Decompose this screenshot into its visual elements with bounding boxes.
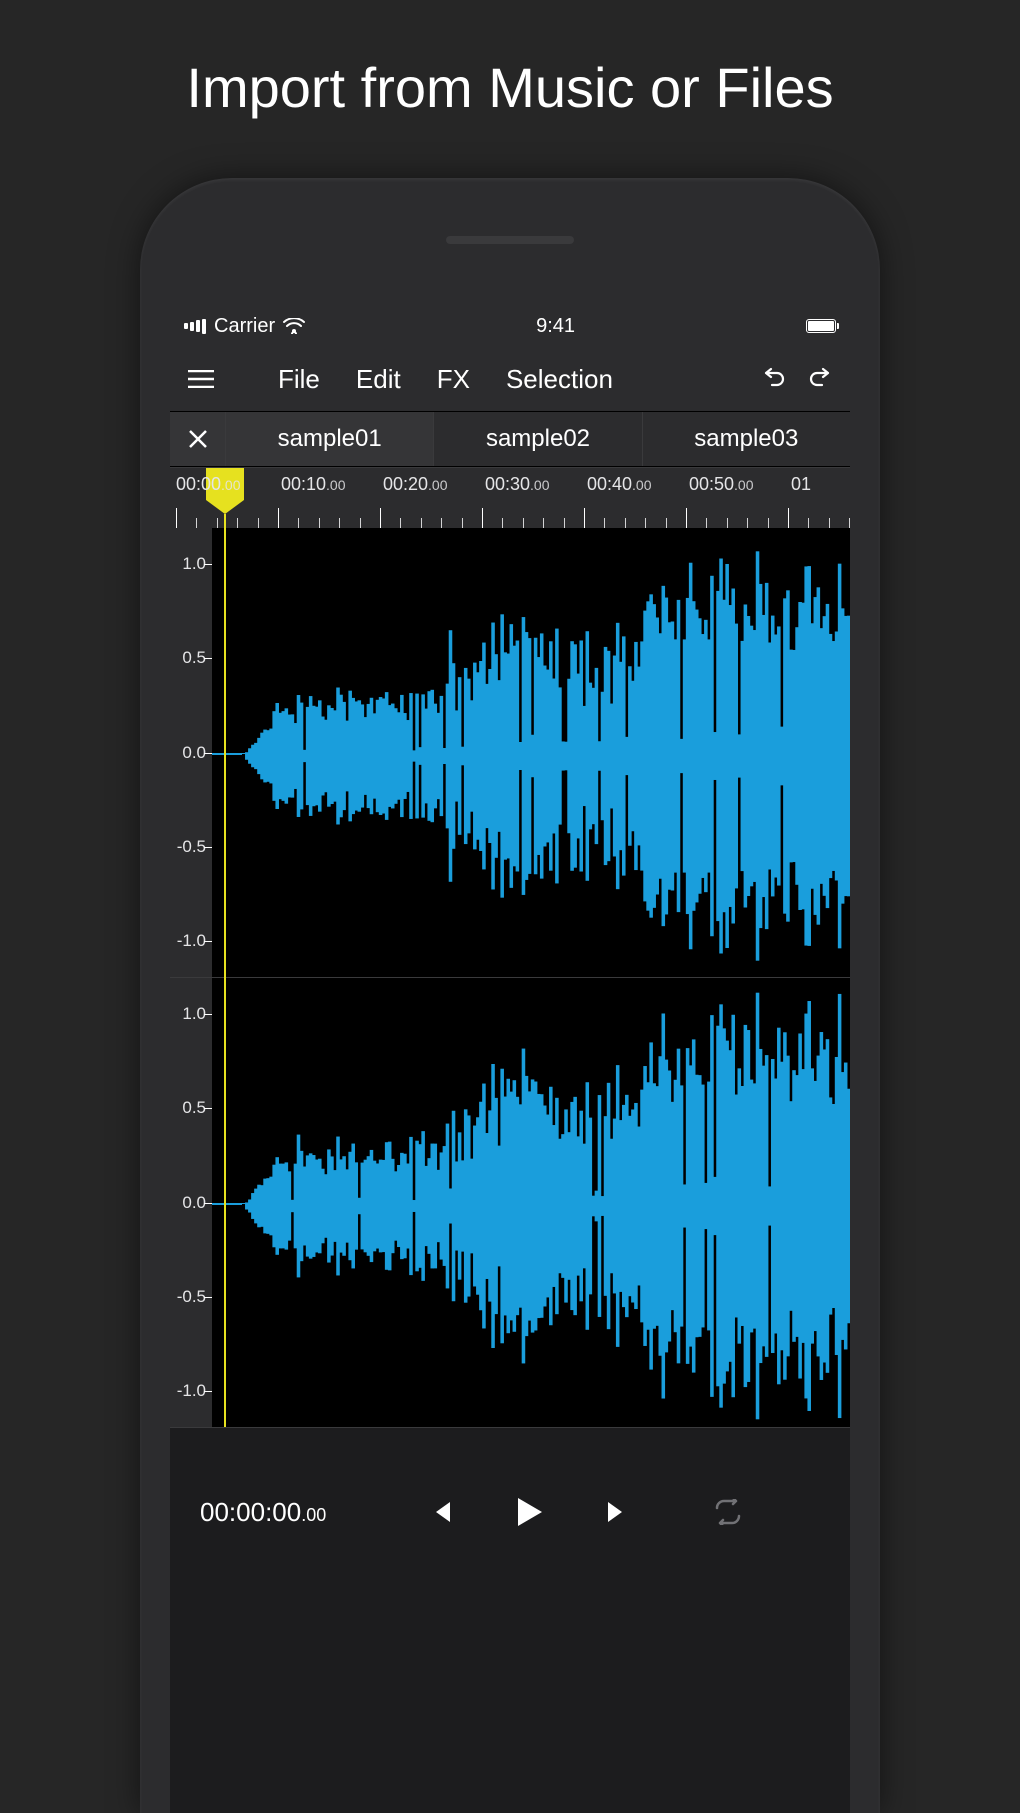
status-bar: Carrier 9:41: [170, 305, 850, 347]
ruler-label: 00:10.00: [281, 474, 346, 495]
page-headline: Import from Music or Files: [0, 0, 1020, 120]
hamburger-icon[interactable]: [188, 370, 214, 388]
app-screen: Carrier 9:41 File Edit FX Selection: [170, 305, 850, 1813]
tab-sample02[interactable]: sample02: [434, 412, 642, 466]
waveform-left[interactable]: [212, 528, 850, 977]
y-axis-label: 0.0: [182, 1193, 206, 1213]
tab-close-button[interactable]: [170, 412, 226, 466]
channel-left: 1.0 0.5 0.0 -0.5 -1.0: [170, 528, 850, 978]
ruler-label: 00:30.00: [485, 474, 550, 495]
tab-sample03[interactable]: sample03: [643, 412, 850, 466]
tab-sample01[interactable]: sample01: [226, 412, 434, 466]
transport-bar: 00:00:00.00: [170, 1468, 850, 1556]
ruler-label: 00:50.00: [689, 474, 754, 495]
y-axis-label: -1.0: [177, 1381, 206, 1401]
amplitude-axis-left: 1.0 0.5 0.0 -0.5 -1.0: [170, 528, 212, 977]
phone-speaker: [446, 236, 574, 244]
redo-icon[interactable]: [808, 367, 832, 391]
carrier-label: Carrier: [214, 315, 275, 338]
signal-icon: [184, 319, 206, 334]
battery-icon: [806, 319, 836, 333]
tabs-bar: sample01sample02sample03: [170, 411, 850, 467]
time-ruler[interactable]: 00:00.00 00:10.00 00:20.00 00:30.00 00:40.00…: [170, 468, 850, 528]
skip-back-icon[interactable]: [426, 1498, 454, 1526]
timeline-area[interactable]: 00:00.00 00:10.00 00:20.00 00:30.00 00:40.00…: [170, 467, 850, 1427]
loop-icon[interactable]: [712, 1499, 744, 1525]
ruler-label: 00:40.00: [587, 474, 652, 495]
y-axis-label: -1.0: [177, 931, 206, 951]
menu-item-fx[interactable]: FX: [437, 364, 470, 395]
waveform-right[interactable]: [212, 978, 850, 1427]
channel-right: 1.0 0.5 0.0 -0.5 -1.0: [170, 978, 850, 1428]
phone-frame: Carrier 9:41 File Edit FX Selection: [140, 178, 880, 1813]
status-time: 9:41: [305, 315, 806, 338]
y-axis-label: 0.0: [182, 743, 206, 763]
wifi-icon: [283, 318, 305, 334]
y-axis-label: 1.0: [182, 554, 206, 574]
y-axis-label: 1.0: [182, 1004, 206, 1024]
y-axis-label: 0.5: [182, 648, 206, 668]
amplitude-axis-right: 1.0 0.5 0.0 -0.5 -1.0: [170, 978, 212, 1427]
ruler-label: 00:00.00: [176, 474, 241, 495]
y-axis-label: -0.5: [177, 837, 206, 857]
y-axis-label: 0.5: [182, 1098, 206, 1118]
undo-icon[interactable]: [762, 367, 786, 391]
ruler-label: 00:20.00: [383, 474, 448, 495]
playhead-line[interactable]: [224, 514, 226, 1427]
menu-item-file[interactable]: File: [278, 364, 320, 395]
play-icon[interactable]: [514, 1496, 544, 1528]
menu-item-edit[interactable]: Edit: [356, 364, 401, 395]
toolbar: File Edit FX Selection: [170, 347, 850, 411]
ruler-label: 01: [791, 474, 811, 495]
transport-time: 00:00:00.00: [200, 1497, 326, 1528]
y-axis-label: -0.5: [177, 1287, 206, 1307]
menu-item-selection[interactable]: Selection: [506, 364, 613, 395]
skip-forward-icon[interactable]: [604, 1498, 632, 1526]
close-icon: [188, 429, 208, 449]
